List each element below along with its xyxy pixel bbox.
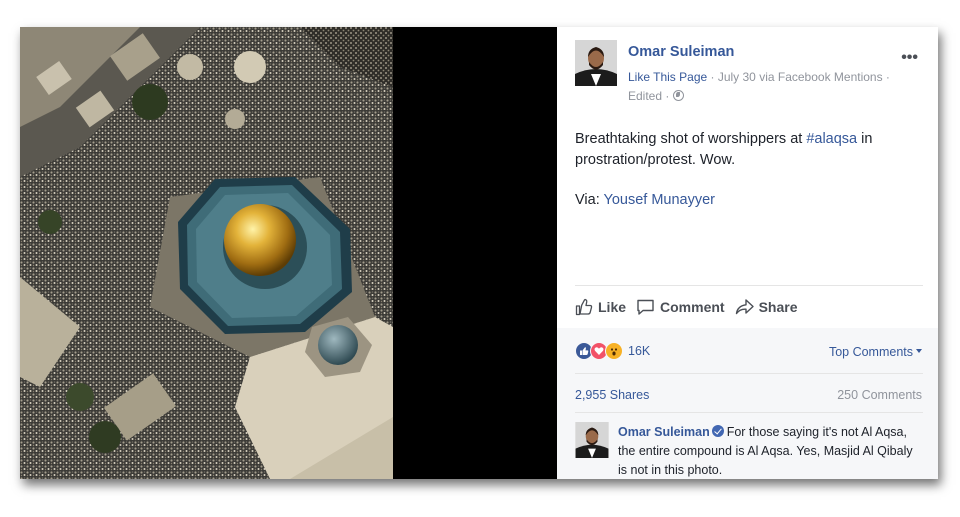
comment-bubble-icon [637,299,654,315]
share-label: Share [758,299,798,315]
top-comments-label: Top Comments [828,345,913,359]
post-details-panel: Omar Suleiman ••• Like This Page · July … [557,27,938,479]
comments-count[interactable]: 250 Comments [837,388,922,402]
globe-icon [672,90,684,101]
verified-badge-icon [711,425,724,437]
caret-down-icon [916,349,922,353]
comment-author[interactable]: Omar Suleiman [618,425,710,439]
comment-item: Omar Suleiman For those saying it's not A… [618,423,918,479]
post-message: Breathtaking shot of worshippers at #ala… [575,129,925,171]
post-meta-text: · July 30 via Facebook Mentions · [707,70,890,84]
photo-area [20,27,557,479]
comment-label: Comment [660,299,725,315]
via-label: Via: [575,192,604,208]
wow-reaction-icon [605,342,623,360]
share-arrow-icon [735,299,754,315]
reaction-count[interactable]: 16K [628,344,650,358]
post-meta: Like This Page · July 30 via Facebook Me… [628,70,890,84]
ellipsis-icon[interactable]: ••• [901,49,918,67]
divider [575,285,923,286]
like-page-link[interactable]: Like This Page [628,70,707,84]
post-meta-edited: Edited · [628,89,684,103]
post-author-name[interactable]: Omar Suleiman [628,44,734,60]
top-comments-dropdown[interactable]: Top Comments [829,345,922,359]
share-button[interactable]: Share [735,298,798,316]
like-label: Like [598,299,627,315]
via-line: Via: Yousef Munayyer [575,192,715,208]
divider [575,412,923,413]
like-button[interactable]: Like [575,298,626,316]
post-text-before: Breathtaking shot of worshippers at [575,131,807,147]
avatar-icon [575,422,609,458]
post-lightbox: Omar Suleiman ••• Like This Page · July … [20,27,938,479]
comment-button[interactable]: Comment [636,298,725,316]
post-footer: 16K Top Comments 2,955 Shares 250 Commen… [557,328,938,479]
shares-count[interactable]: 2,955 Shares [575,388,649,402]
thumbs-up-icon [575,298,593,316]
reaction-summary[interactable]: 16K [575,342,650,360]
aerial-photo-dome [20,27,393,479]
avatar-icon [575,40,617,86]
author-avatar[interactable] [575,40,617,86]
via-profile-link[interactable]: Yousef Munayyer [604,192,716,208]
post-actions: Like Comment Share [575,295,808,319]
divider [575,373,923,374]
edited-label[interactable]: Edited · [628,89,669,103]
commenter-avatar[interactable] [575,422,609,458]
hashtag-link[interactable]: #alaqsa [806,131,857,147]
post-photo[interactable] [20,27,393,479]
